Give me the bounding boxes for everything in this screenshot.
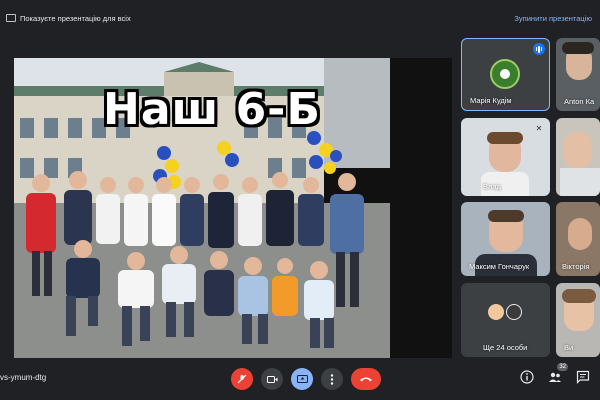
participant-name: Anton Ка [564,97,595,106]
participant-hair [562,289,596,303]
participant-video [564,132,592,168]
meeting-details-button[interactable] [520,370,534,384]
present-now-button[interactable] [291,368,313,390]
stop-presenting-button[interactable]: Зупинити презентацію [514,14,592,23]
participant-name: Ви [564,343,574,352]
more-participants-tile[interactable]: Ще 24 особи [461,283,550,357]
participant-tile-mariia[interactable]: Марія Кудім [461,38,550,111]
banner-text: Показуєте презентацію для всіх [20,13,131,23]
leave-call-button[interactable] [351,368,381,390]
bottom-toolbar: vs-ymum-dtg 32 [0,358,600,400]
people-button[interactable]: 32 [548,363,568,384]
participant-name: Ще 24 особи [483,343,528,352]
participant-tile-4[interactable] [556,118,600,196]
slide-frame: Наш 6-Б [14,58,452,358]
meeting-code: vs-ymum-dtg [0,373,47,382]
slide-image: Наш 6-Б [14,58,390,358]
camera-toggle-button[interactable] [261,368,283,390]
presenting-banner: Показуєте презентацію для всіх Зупинити … [0,0,600,36]
chat-button[interactable] [576,370,590,384]
participant-hair [562,42,594,54]
participant-tile-viktoriia[interactable]: Вікторія [556,202,600,276]
call-controls [231,368,381,390]
banner-left: Показуєте презентацію для всіх [6,14,131,23]
present-screen-icon [296,374,308,383]
mic-off-icon [237,374,247,384]
participant-tile-anton[interactable]: Anton Ка [556,38,600,111]
side-panel-controls: 32 [520,363,590,384]
avatar [490,59,520,89]
hangup-icon [360,377,372,382]
participant-tile-vlad[interactable]: ✕ Влад [461,118,550,196]
participant-hair [488,210,524,222]
participant-video [568,218,592,250]
participant-hair [487,132,523,144]
present-icon [6,14,16,22]
participant-tile-maksym[interactable]: Максим Гончарук [461,202,550,276]
more-vert-icon [330,373,334,385]
participant-count-badge: 32 [557,363,568,371]
people-icon [549,372,561,382]
slide-title: Наш 6-Б [103,84,321,135]
chat-icon [576,370,590,384]
participant-tile-self[interactable]: Ви [556,283,600,357]
avatar [506,304,522,320]
participant-name: Марія Кудім [470,96,512,105]
camera-icon [266,375,277,383]
participant-name: Влад [483,182,501,191]
more-options-button[interactable] [321,368,343,390]
participant-name: Максим Гончарук [469,262,530,271]
speaking-indicator-icon [533,43,545,55]
info-icon [520,370,534,384]
mic-toggle-button[interactable] [231,368,253,390]
participant-name: Вікторія [562,262,590,271]
presentation-stage: Наш 6-Б [0,36,456,358]
avatar [488,304,504,320]
mic-off-icon: ✕ [535,124,543,133]
participant-shirt [560,168,600,196]
